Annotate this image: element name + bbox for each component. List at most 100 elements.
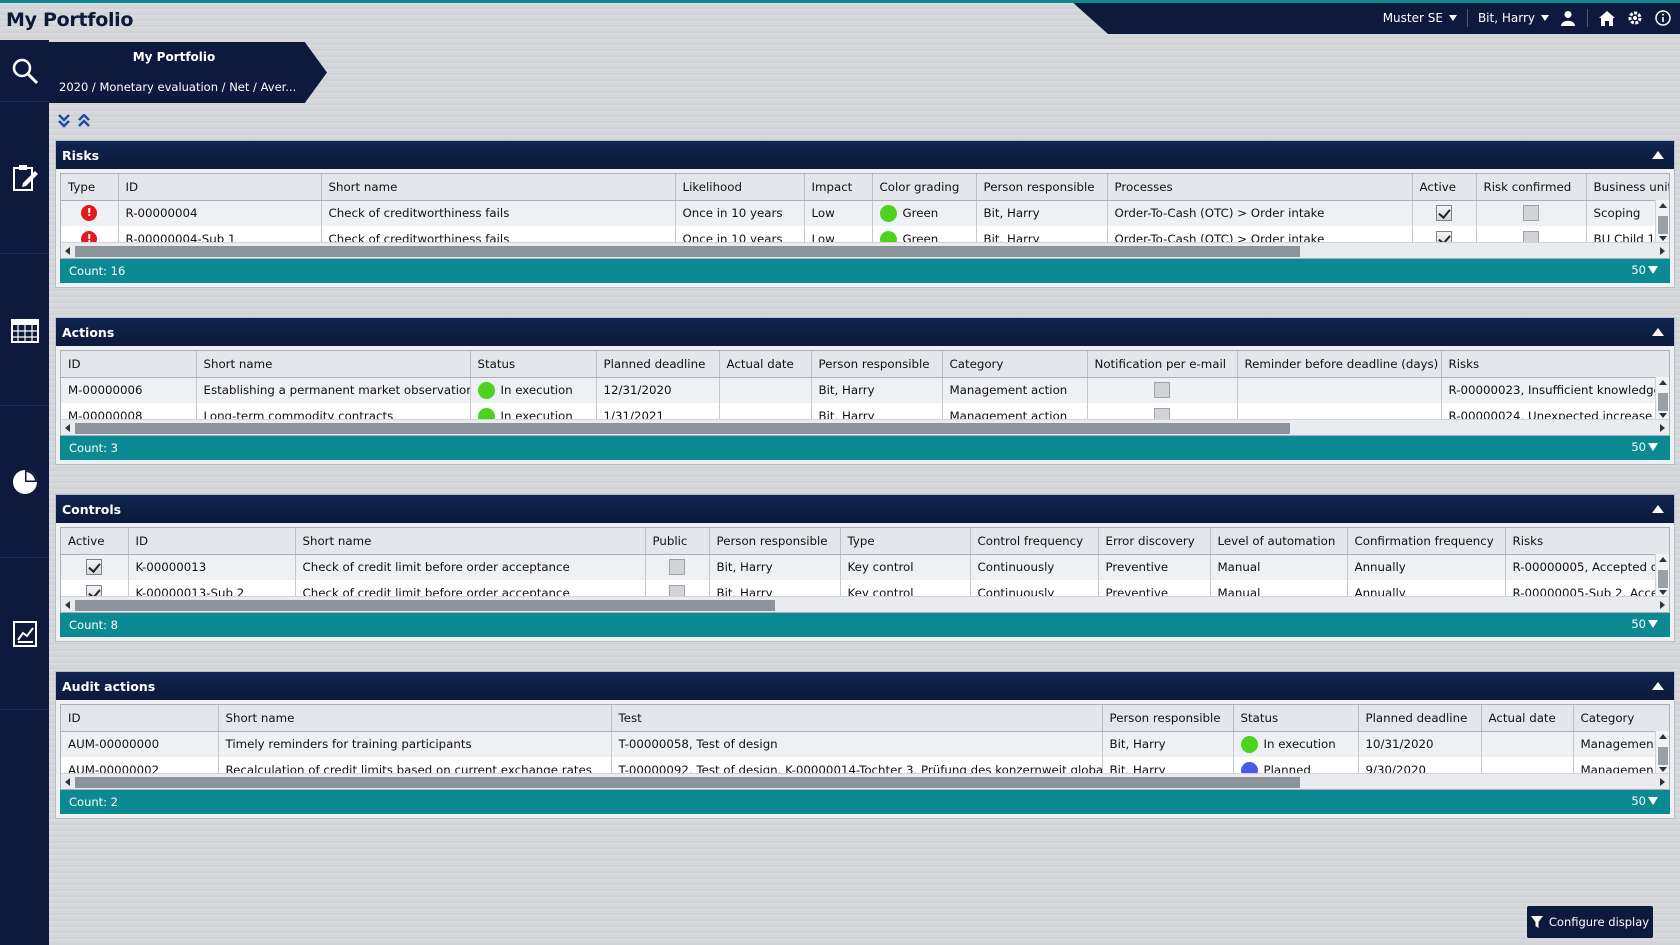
col-header-actual-date[interactable]: Actual date <box>1481 705 1574 732</box>
actions-panel: Actions ID Short name Status Planned dea… <box>55 317 1675 465</box>
col-header-level-of-automation[interactable]: Level of automation <box>1210 528 1348 555</box>
vertical-scrollbar[interactable] <box>1655 554 1669 598</box>
col-header-short-name[interactable]: Short name <box>196 351 471 378</box>
search-button[interactable] <box>0 40 49 102</box>
cell-person: Bit, Harry <box>976 200 1108 226</box>
tasks-button[interactable] <box>0 102 49 254</box>
col-header-category[interactable]: Category <box>942 351 1088 378</box>
table-row[interactable]: K-00000013 Check of credit limit before … <box>61 554 1669 580</box>
vertical-scrollbar[interactable] <box>1655 200 1669 244</box>
col-header-confirmation-frequency[interactable]: Confirmation frequency <box>1347 528 1506 555</box>
page-size-dropdown[interactable]: 50 <box>1631 794 1658 808</box>
col-header-control-frequency[interactable]: Control frequency <box>970 528 1099 555</box>
col-header-status[interactable]: Status <box>470 351 597 378</box>
actions-panel-header: Actions <box>56 318 1674 346</box>
status-dot-icon <box>1240 735 1258 753</box>
configure-display-button[interactable]: Configure display <box>1527 906 1653 938</box>
col-header-type[interactable]: Type <box>61 174 119 201</box>
gear-icon[interactable] <box>1626 9 1644 27</box>
col-header-short-name[interactable]: Short name <box>321 174 676 201</box>
public-checkbox[interactable] <box>669 559 685 576</box>
col-header-planned-deadline[interactable]: Planned deadline <box>596 351 720 378</box>
col-header-short-name[interactable]: Short name <box>295 528 646 555</box>
row-count: Count: 8 <box>69 618 118 632</box>
col-header-active[interactable]: Active <box>61 528 129 555</box>
notification-checkbox[interactable] <box>1154 382 1170 399</box>
vertical-scrollbar[interactable] <box>1655 731 1669 775</box>
cell-id: R-00000004 <box>118 200 322 226</box>
user-dropdown[interactable]: Bit, Harry <box>1478 11 1549 25</box>
col-header-active[interactable]: Active <box>1412 174 1477 201</box>
col-header-error-discovery[interactable]: Error discovery <box>1098 528 1211 555</box>
status-dot-icon <box>477 381 495 399</box>
col-header-type[interactable]: Type <box>840 528 971 555</box>
col-header-risk-confirmed[interactable]: Risk confirmed <box>1476 174 1587 201</box>
risk-confirmed-checkbox[interactable] <box>1523 205 1539 222</box>
horizontal-scrollbar[interactable] <box>61 419 1669 435</box>
table-row[interactable]: AUM-00000000 Timely reminders for traini… <box>61 731 1669 757</box>
risks-panel-header: Risks <box>56 141 1674 169</box>
col-header-business-unit[interactable]: Business unit <box>1586 174 1669 201</box>
page-size-dropdown[interactable]: 50 <box>1631 263 1658 277</box>
col-header-test[interactable]: Test <box>611 705 1103 732</box>
reports-button[interactable] <box>0 558 49 710</box>
calendar-button[interactable] <box>0 254 49 406</box>
col-header-actual-date[interactable]: Actual date <box>719 351 812 378</box>
col-header-person-responsible[interactable]: Person responsible <box>811 351 943 378</box>
status-label: In execution <box>500 382 573 397</box>
expand-controls <box>58 113 90 131</box>
user-icon[interactable] <box>1559 9 1577 27</box>
risks-panel-footer: Count: 16 50 <box>60 259 1670 283</box>
table-row[interactable]: ! R-00000004 Check of creditworthiness f… <box>61 200 1669 226</box>
col-header-person-responsible[interactable]: Person responsible <box>709 528 841 555</box>
col-header-processes[interactable]: Processes <box>1107 174 1413 201</box>
horizontal-scrollbar[interactable] <box>61 242 1669 258</box>
tenant-dropdown[interactable]: Muster SE <box>1383 11 1457 25</box>
col-header-risks[interactable]: Risks <box>1505 528 1669 555</box>
risk-warning-icon: ! <box>81 205 98 222</box>
analysis-button[interactable] <box>0 406 49 558</box>
app-title: My Portfolio <box>6 9 134 31</box>
col-header-status[interactable]: Status <box>1233 705 1359 732</box>
collapse-panel-icon[interactable] <box>1652 328 1664 336</box>
collapse-panel-icon[interactable] <box>1652 682 1664 690</box>
col-header-category[interactable]: Category <box>1573 705 1669 732</box>
col-header-person-responsible[interactable]: Person responsible <box>976 174 1108 201</box>
col-header-notification[interactable]: Notification per e-mail <box>1087 351 1238 378</box>
col-header-public[interactable]: Public <box>645 528 710 555</box>
table-row[interactable]: M-00000006 Establishing a permanent mark… <box>61 377 1669 403</box>
page-size-dropdown[interactable]: 50 <box>1631 617 1658 631</box>
vertical-scrollbar[interactable] <box>1655 377 1669 421</box>
col-header-color-grading[interactable]: Color grading <box>872 174 977 201</box>
col-header-likelihood[interactable]: Likelihood <box>675 174 805 201</box>
collapse-panel-icon[interactable] <box>1652 505 1664 513</box>
page-size-dropdown[interactable]: 50 <box>1631 440 1658 454</box>
col-header-person-responsible[interactable]: Person responsible <box>1102 705 1234 732</box>
col-header-id[interactable]: ID <box>61 351 197 378</box>
left-sidebar <box>0 40 49 945</box>
col-header-risks[interactable]: Risks <box>1441 351 1669 378</box>
cell-id: K-00000013 <box>128 554 296 580</box>
col-header-reminder[interactable]: Reminder before deadline (days) <box>1237 351 1442 378</box>
col-header-short-name[interactable]: Short name <box>218 705 612 732</box>
home-icon[interactable] <box>1598 9 1616 27</box>
horizontal-scrollbar[interactable] <box>61 773 1669 789</box>
breadcrumb[interactable]: My Portfolio 2020 / Monetary evaluation … <box>49 42 327 103</box>
expand-all-icon[interactable] <box>58 114 70 131</box>
report-chart-icon <box>12 620 37 647</box>
divider <box>1587 9 1588 27</box>
active-checkbox[interactable] <box>86 559 103 576</box>
col-header-impact[interactable]: Impact <box>804 174 873 201</box>
risks-panel: Risks Type ID Short name Likelihood Impa… <box>55 140 1675 288</box>
active-checkbox[interactable] <box>1436 205 1452 222</box>
col-header-planned-deadline[interactable]: Planned deadline <box>1358 705 1482 732</box>
collapse-panel-icon[interactable] <box>1652 151 1664 159</box>
col-header-id[interactable]: ID <box>118 174 322 201</box>
collapse-all-icon[interactable] <box>78 113 90 131</box>
panel-title: Controls <box>62 502 122 517</box>
col-header-id[interactable]: ID <box>128 528 296 555</box>
info-icon[interactable] <box>1654 9 1672 27</box>
horizontal-scrollbar[interactable] <box>61 596 1669 612</box>
controls-panel-header: Controls <box>56 495 1674 523</box>
col-header-id[interactable]: ID <box>61 705 219 732</box>
